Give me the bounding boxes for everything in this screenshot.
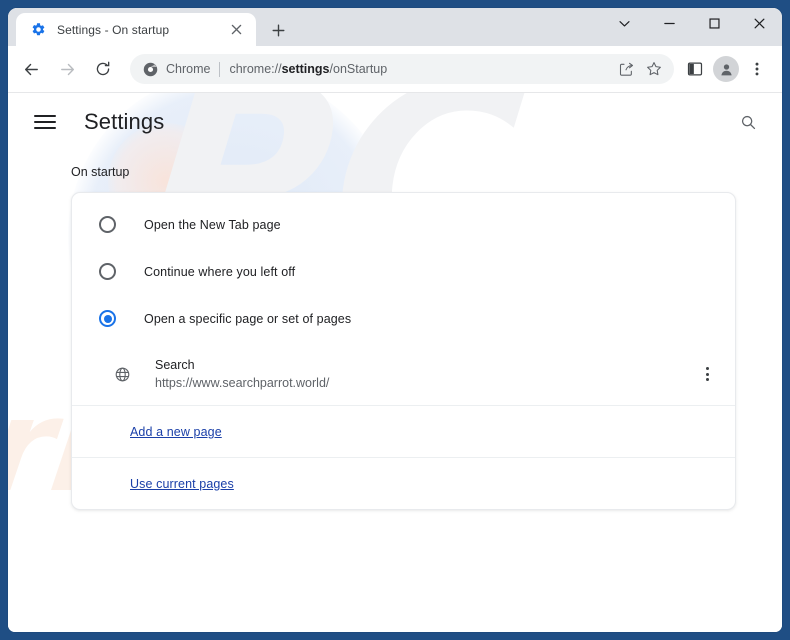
address-bar-url: chrome://settings/onStartup [229,62,610,76]
star-icon [646,61,662,77]
use-current-pages-row: Use current pages [72,456,735,509]
omnibox-actions [612,55,668,83]
hamburger-menu-icon[interactable] [34,109,60,135]
radio-indicator [99,216,116,233]
page-title: Settings [84,109,165,134]
browser-toolbar: Chrome chrome://settings/onStartup [8,46,782,93]
settings-content: On startup Open the New Tab page Continu… [8,165,782,510]
new-tab-button[interactable] [264,17,292,43]
settings-header: Settings [8,93,782,151]
three-dot-menu-icon [750,61,764,77]
url-bold-segment: settings [281,62,330,76]
forward-arrow-icon [58,60,77,79]
reload-icon [94,60,112,78]
three-dot-menu-icon [705,367,709,371]
share-icon [619,62,634,77]
close-icon[interactable] [226,20,246,40]
startup-page-text: Search https://www.searchparrot.world/ [155,356,695,393]
url-suffix: /onStartup [329,62,388,76]
minimize-icon [663,17,676,30]
hamburger-line [34,121,56,123]
tab-search-button[interactable] [602,8,647,39]
startup-page-url: https://www.searchparrot.world/ [155,376,330,391]
browser-tab-settings[interactable]: Settings - On startup [16,13,256,46]
startup-page-name: Search [155,358,195,372]
radio-label: Open the New Tab page [144,217,281,232]
section-heading-on-startup: On startup [71,165,130,179]
tab-title: Settings - On startup [57,22,170,37]
chrome-menu-button[interactable] [742,54,772,84]
profile-avatar-icon [719,62,734,77]
hamburger-line [34,115,56,117]
use-current-pages-link[interactable]: Use current pages [130,477,234,491]
three-dot-menu-icon [705,372,709,376]
share-button[interactable] [612,55,640,83]
bookmark-button[interactable] [640,55,668,83]
window-caption-buttons [602,8,782,46]
forward-button[interactable] [52,54,82,84]
address-bar[interactable]: Chrome chrome://settings/onStartup [130,54,674,84]
on-startup-card: Open the New Tab page Continue where you… [71,192,736,510]
maximize-icon [708,17,721,30]
side-panel-icon [687,61,703,77]
back-button[interactable] [16,54,46,84]
reload-button[interactable] [88,54,118,84]
search-icon [740,114,757,131]
startup-page-row: Search https://www.searchparrot.world/ [72,346,735,406]
toolbar-right-actions [680,54,772,84]
minimize-button[interactable] [647,8,692,39]
radio-indicator-selected [99,310,116,327]
add-new-page-row: Add a new page [72,406,735,457]
tab-strip: Settings - On startup [8,8,782,46]
settings-page: PC risk.com Settings On startup [8,93,782,632]
radio-label: Continue where you left off [144,264,296,279]
browser-window: Settings - On startup Chrome chrome://se… [8,8,782,632]
back-arrow-icon [22,60,41,79]
three-dot-menu-icon [705,378,709,382]
globe-icon [112,364,132,384]
url-prefix: chrome:// [229,62,282,76]
radio-option-specific-pages[interactable]: Open a specific page or set of pages [72,295,735,342]
omnibox-divider [219,61,221,77]
settings-search-button[interactable] [732,106,764,138]
plus-icon [272,24,285,37]
radio-option-new-tab-page[interactable]: Open the New Tab page [72,201,735,248]
hamburger-line [34,127,56,129]
chrome-logo-icon [142,61,158,77]
profile-avatar[interactable] [713,56,739,82]
radio-indicator [99,263,116,280]
chrome-identity-label: Chrome [166,62,211,76]
radio-option-continue-where-left-off[interactable]: Continue where you left off [72,248,735,295]
side-panel-button[interactable] [680,54,710,84]
gear-icon [30,22,46,38]
add-new-page-link[interactable]: Add a new page [130,425,222,439]
startup-page-menu-button[interactable] [695,361,719,387]
chevron-down-icon [618,17,631,30]
close-icon [753,17,766,30]
radio-label: Open a specific page or set of pages [144,311,352,326]
maximize-button[interactable] [692,8,737,39]
window-close-button[interactable] [737,8,782,39]
